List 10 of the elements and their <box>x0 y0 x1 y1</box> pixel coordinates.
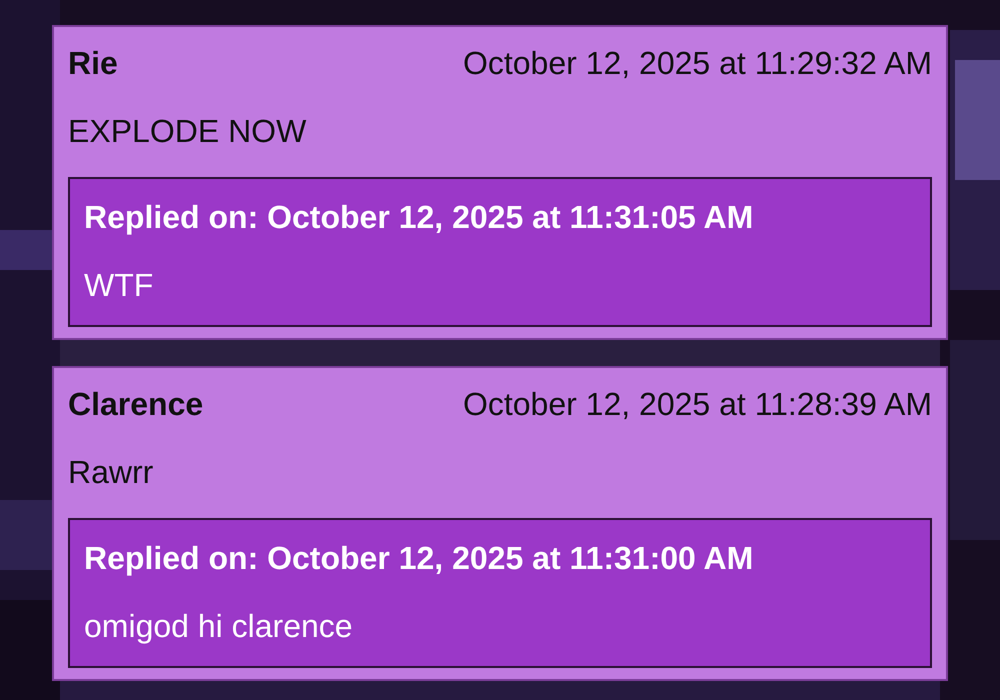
comment-text: EXPLODE NOW <box>68 112 308 151</box>
comment-text: Rawrr <box>68 453 154 492</box>
reply-text: omigod hi clarence <box>84 607 354 646</box>
author-name: Clarence <box>68 385 204 424</box>
comment-timestamp: October 12, 2025 at 11:28:39 AM <box>462 385 932 424</box>
reply-heading: Replied on: October 12, 2025 at 11:31:05 AM <box>84 198 754 237</box>
reply-text: WTF <box>84 266 154 305</box>
author-name: Rie <box>68 44 118 83</box>
comment-timestamp: October 12, 2025 at 11:29:32 AM <box>462 44 932 83</box>
reply-heading: Replied on: October 12, 2025 at 11:31:00 AM <box>84 539 754 578</box>
